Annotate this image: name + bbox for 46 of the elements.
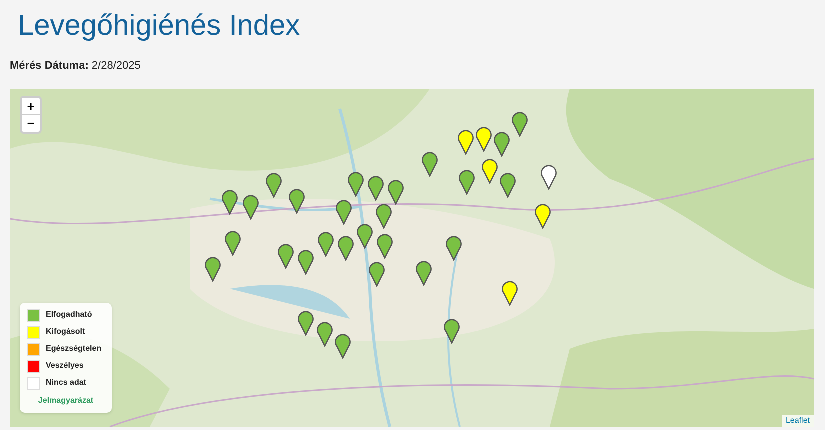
map-marker[interactable] <box>317 230 335 256</box>
map-marker[interactable] <box>224 230 242 256</box>
map-marker[interactable] <box>458 168 476 194</box>
map-marker[interactable] <box>242 194 260 220</box>
map-marker[interactable] <box>493 130 511 156</box>
map[interactable]: + − Elfogadható Kifogásolt Egészségtelen Veszélyes Nincs adat Jelmagyarázat Leaflet <box>10 88 814 426</box>
map-marker[interactable] <box>540 164 558 190</box>
legend-label: Egészségtelen <box>46 343 102 355</box>
legend-label: Elfogadható <box>46 309 92 321</box>
map-marker[interactable] <box>534 202 552 228</box>
map-marker[interactable] <box>367 174 385 200</box>
legend-label: Kifogásolt <box>46 326 86 338</box>
map-marker[interactable] <box>376 232 394 258</box>
map-marker[interactable] <box>501 280 519 306</box>
map-marker[interactable] <box>347 170 365 196</box>
page-title: Levegőhigiénés Index <box>18 9 300 44</box>
map-marker[interactable] <box>415 260 433 286</box>
map-marker[interactable] <box>443 318 461 344</box>
map-marker[interactable] <box>221 188 239 214</box>
map-marker[interactable] <box>335 198 353 224</box>
map-marker[interactable] <box>265 172 283 198</box>
map-marker[interactable] <box>356 222 374 248</box>
map-marker[interactable] <box>481 158 499 184</box>
map-marker[interactable] <box>297 248 315 274</box>
map-marker[interactable] <box>499 172 517 198</box>
legend-title: Jelmagyarázat <box>38 394 94 406</box>
map-marker[interactable] <box>334 332 352 358</box>
map-marker[interactable] <box>457 128 475 154</box>
map-marker[interactable] <box>368 260 386 286</box>
map-marker[interactable] <box>204 256 222 282</box>
map-marker[interactable] <box>475 126 493 152</box>
map-marker[interactable] <box>277 242 295 268</box>
measurement-date: Mérés Dátuma: 2/28/2025 <box>10 59 141 74</box>
legend-label: Veszélyes <box>46 360 84 372</box>
map-marker[interactable] <box>375 202 393 228</box>
map-marker[interactable] <box>511 110 529 136</box>
map-marker[interactable] <box>288 188 306 214</box>
legend-label: Nincs adat <box>46 377 86 389</box>
zoom-in-button[interactable]: + <box>22 98 40 114</box>
map-marker[interactable] <box>445 234 463 260</box>
map-marker[interactable] <box>337 234 355 260</box>
map-marker[interactable] <box>297 310 315 336</box>
zoom-out-button[interactable]: − <box>22 114 40 132</box>
map-marker[interactable] <box>316 320 334 346</box>
map-marker[interactable] <box>387 178 405 204</box>
map-marker[interactable] <box>421 150 439 176</box>
